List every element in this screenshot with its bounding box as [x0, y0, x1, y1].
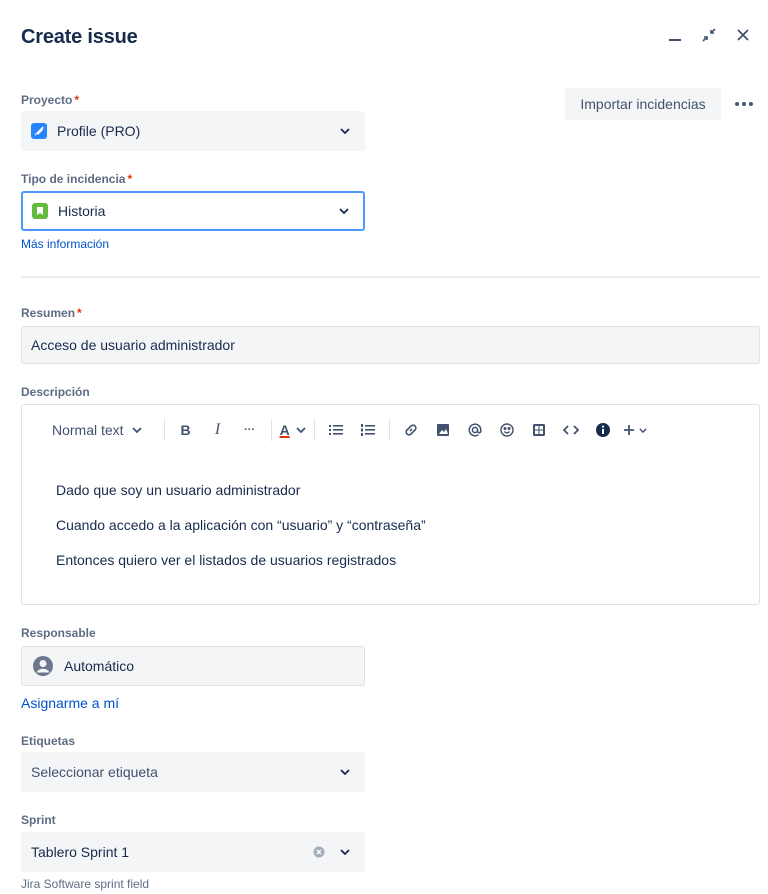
text-style-dropdown[interactable]: Normal text	[44, 416, 150, 444]
toolbar-separator	[388, 419, 390, 441]
bold-button[interactable]: B	[173, 416, 199, 444]
sprint-label: Sprint	[21, 813, 56, 827]
collapse-icon[interactable]	[698, 24, 720, 46]
info-panel-icon[interactable]	[590, 416, 616, 444]
more-info-link[interactable]: Más información	[21, 237, 109, 251]
clear-icon[interactable]	[311, 844, 327, 860]
assignee-select[interactable]: Automático	[21, 646, 365, 686]
table-icon[interactable]	[526, 416, 552, 444]
code-icon[interactable]	[558, 416, 584, 444]
description-line: Dado que soy un usuario administrador	[56, 482, 301, 498]
text-style-label: Normal text	[52, 422, 124, 438]
emoji-icon[interactable]	[494, 416, 520, 444]
labels-label: Etiquetas	[21, 734, 76, 748]
toolbar-separator	[270, 419, 272, 441]
project-label: Proyecto *	[21, 93, 80, 107]
mention-icon[interactable]	[462, 416, 488, 444]
chevron-down-icon	[131, 427, 142, 433]
more-formatting-button[interactable]: ···	[237, 416, 263, 444]
issue-type-select[interactable]: Historia	[21, 191, 365, 231]
sprint-select[interactable]: Tablero Sprint 1	[21, 832, 365, 872]
window-controls	[664, 24, 754, 46]
link-icon[interactable]	[398, 416, 424, 444]
chevron-down-icon	[334, 201, 354, 221]
assignee-label: Responsable	[21, 626, 96, 640]
editor-toolbar: Normal text B I ··· A	[22, 413, 759, 447]
numbered-list-icon[interactable]	[355, 416, 381, 444]
chevron-down-icon	[335, 842, 355, 862]
chevron-down-icon	[296, 427, 306, 433]
summary-input[interactable]: Acceso de usuario administrador	[21, 326, 760, 364]
dialog-title: Create issue	[21, 26, 138, 48]
plus-icon	[623, 425, 634, 435]
text-color-button[interactable]: A	[280, 416, 306, 444]
description-line: Cuando accedo a la aplicación con “usuar…	[56, 517, 426, 533]
project-select[interactable]: Profile (PRO)	[21, 111, 365, 151]
import-issues-button[interactable]: Importar incidencias	[565, 88, 721, 120]
labels-placeholder: Seleccionar etiqueta	[31, 764, 158, 780]
summary-label: Resumen *	[21, 306, 82, 320]
description-content[interactable]: Dado que soy un usuario administrador Cu…	[56, 481, 426, 586]
toolbar-separator	[313, 419, 315, 441]
italic-button[interactable]: I	[205, 416, 231, 444]
issue-type-value: Historia	[58, 203, 106, 219]
insert-more-button[interactable]	[622, 416, 648, 444]
story-icon	[32, 203, 48, 219]
section-divider	[21, 276, 760, 278]
project-value: Profile (PRO)	[57, 123, 141, 139]
minimize-icon[interactable]	[664, 24, 686, 46]
bullet-list-icon[interactable]	[323, 416, 349, 444]
sprint-hint: Jira Software sprint field	[21, 877, 150, 891]
text-color-icon: A	[279, 422, 290, 438]
issue-type-label: Tipo de incidencia *	[21, 172, 133, 186]
assignee-value: Automático	[64, 658, 135, 674]
description-label: Descripción	[21, 385, 90, 399]
chevron-down-icon	[335, 121, 355, 141]
assign-to-me-link[interactable]: Asignarme a mí	[21, 695, 119, 711]
description-line: Entonces quiero ver el listados de usuar…	[56, 552, 397, 568]
chevron-down-icon	[638, 427, 647, 433]
close-icon[interactable]	[732, 24, 754, 46]
more-options-icon[interactable]	[730, 92, 758, 116]
sprint-value: Tablero Sprint 1	[31, 844, 130, 860]
labels-select[interactable]: Seleccionar etiqueta	[21, 752, 365, 792]
toolbar-separator	[163, 419, 165, 441]
chevron-down-icon	[335, 762, 355, 782]
rocket-icon	[31, 123, 47, 139]
description-editor[interactable]: Normal text B I ··· A Dado que soy un us…	[21, 404, 760, 605]
image-icon[interactable]	[430, 416, 456, 444]
avatar-icon	[33, 656, 53, 676]
